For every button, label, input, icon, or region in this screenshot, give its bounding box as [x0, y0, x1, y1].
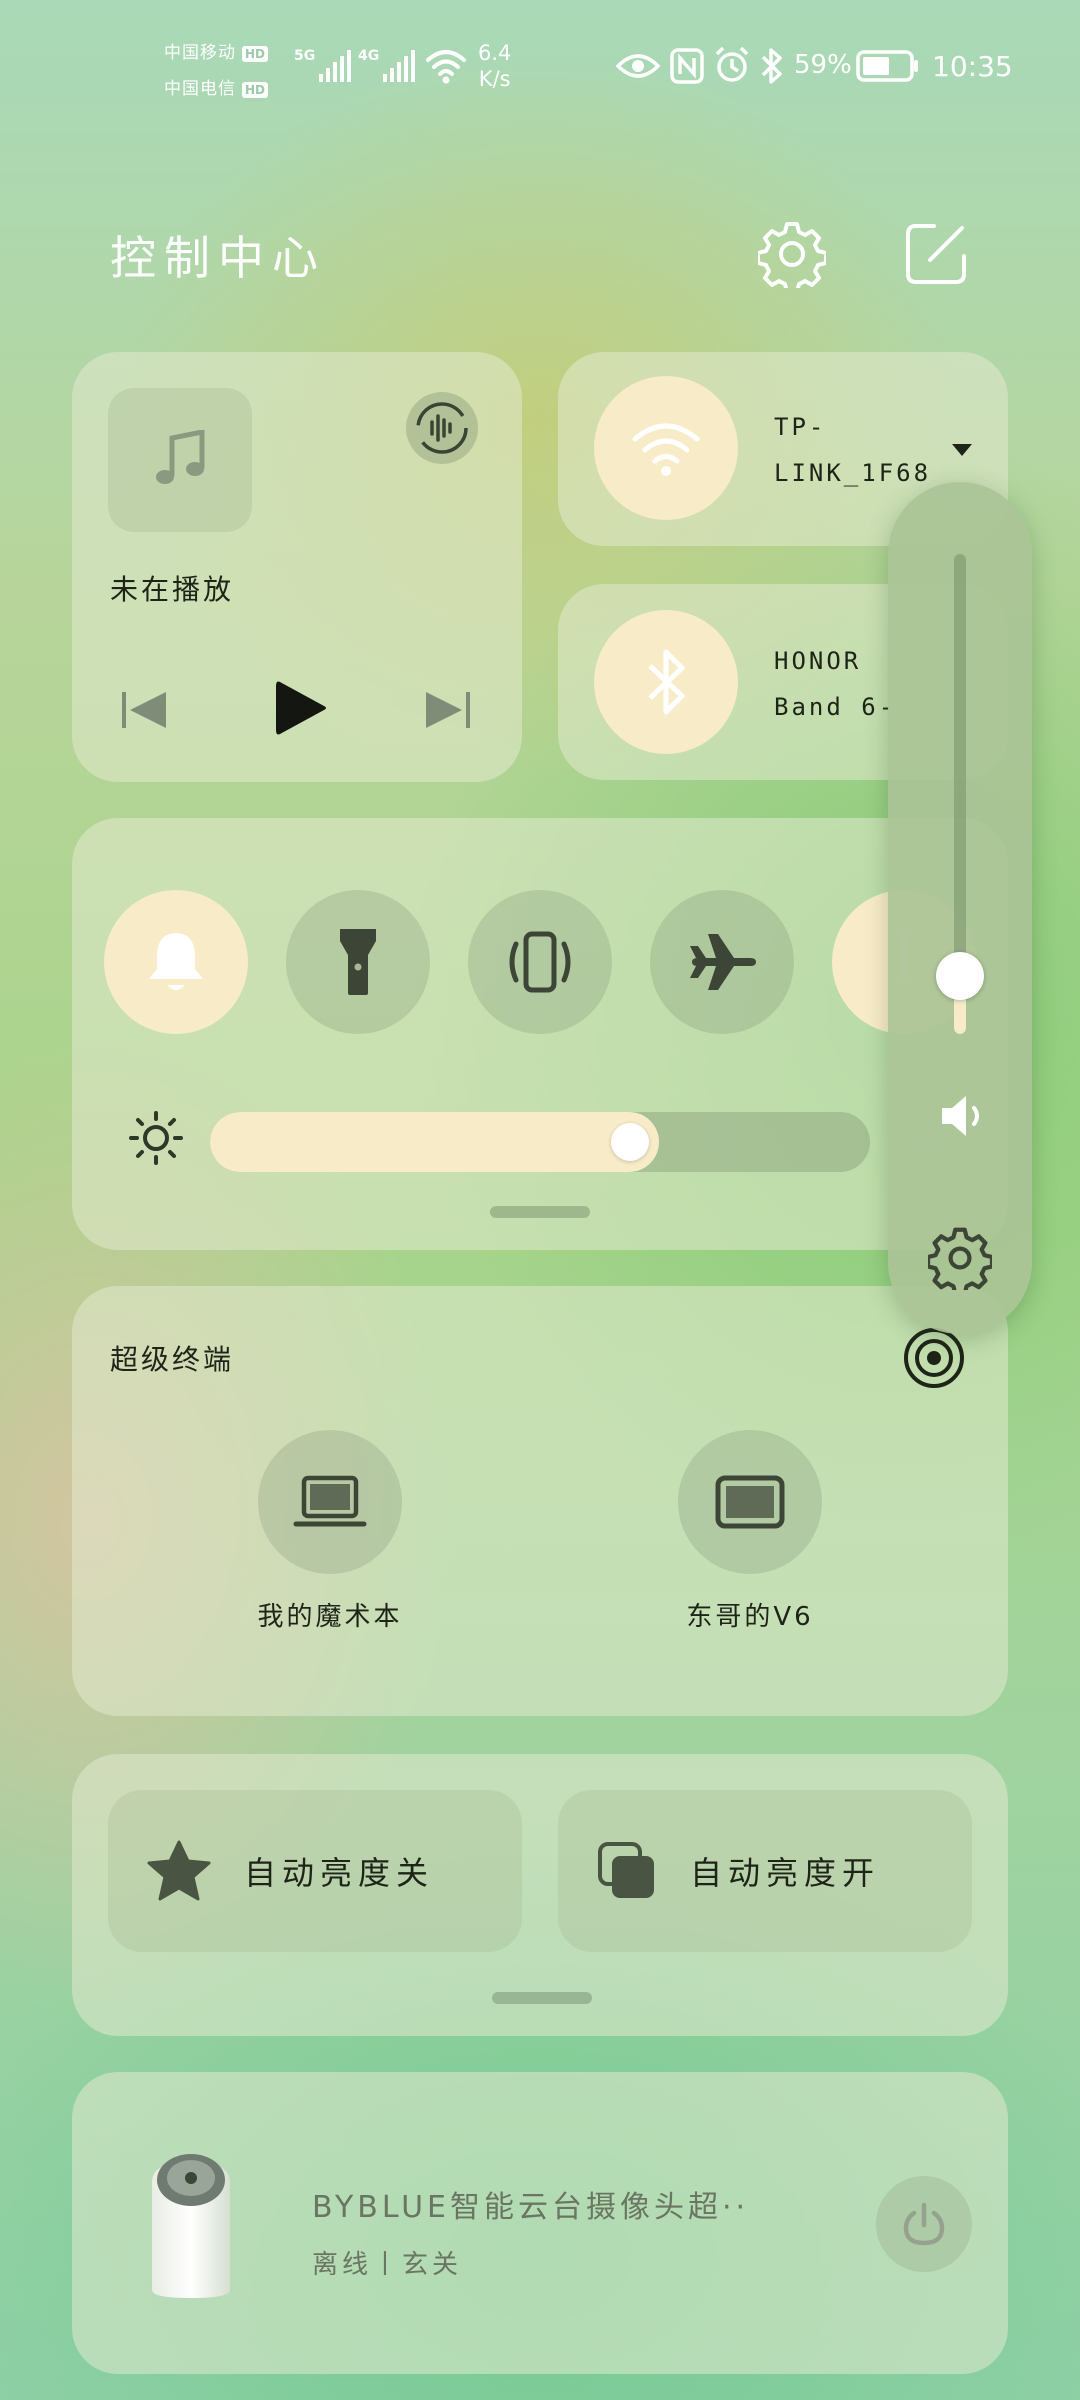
device-item-2[interactable]	[678, 1430, 822, 1574]
wifi-name-line2: LINK_1F68	[774, 459, 932, 487]
device-1-circle[interactable]	[258, 1430, 402, 1574]
quick-toggles-card	[72, 818, 1008, 1250]
shortcut-auto-brightness-on[interactable]: 自动亮度开	[558, 1790, 972, 1952]
copy-icon	[598, 1842, 654, 1898]
volume-panel	[888, 482, 1032, 1334]
device-1-name: 我的魔术本	[257, 1602, 403, 1632]
media-card[interactable]: 未在播放	[72, 352, 522, 782]
smart-device-card[interactable]: BYBLUE智能云台摄像头超·· 离线丨玄关	[72, 2072, 1008, 2374]
play-icon[interactable]	[274, 678, 328, 738]
alarm-icon	[715, 46, 749, 82]
clock: 10:35	[932, 50, 1013, 83]
net-speed: 6.4 K/s	[478, 40, 511, 92]
volume-settings-gear-icon[interactable]	[928, 1226, 992, 1290]
star-icon	[147, 1840, 211, 1901]
tablet-icon	[715, 1475, 785, 1529]
smart-device-name: BYBLUE智能云台摄像头超··	[312, 2190, 750, 2225]
hd-badge-2: HD	[242, 81, 269, 98]
net-speed-unit: K/s	[478, 67, 511, 91]
nfc-icon	[670, 48, 704, 84]
shortcut-2-label: 自动亮度开	[690, 1854, 881, 1892]
brightness-slider[interactable]	[210, 1112, 870, 1172]
wifi-status-icon	[426, 50, 466, 84]
super-device-card: 超级终端 我的魔术本 东哥的V6	[72, 1286, 1008, 1716]
bluetooth-device-line2: Band 6-	[774, 693, 897, 721]
device-2-name: 东哥的V6	[686, 1602, 814, 1632]
wifi-name-line1: TP-	[774, 413, 827, 441]
edit-icon[interactable]	[904, 222, 968, 286]
audio-wave-icon	[416, 402, 468, 454]
carrier-1: 中国移动 HD	[164, 38, 269, 63]
shortcuts-card: 自动亮度关 自动亮度开	[72, 1754, 1008, 2036]
audio-output-button[interactable]	[406, 392, 478, 464]
album-art	[108, 388, 252, 532]
smart-device-status: 离线丨玄关	[312, 2250, 463, 2280]
smart-device-power-button[interactable]	[876, 2176, 972, 2272]
shortcut-auto-brightness-off[interactable]: 自动亮度关	[108, 1790, 522, 1952]
eye-icon	[616, 54, 660, 78]
bluetooth-device-line1: HONOR	[774, 647, 862, 675]
net-speed-value: 6.4	[478, 41, 512, 65]
battery-icon	[856, 50, 918, 82]
volume-thumb[interactable]	[936, 952, 984, 1000]
toggle-vibrate[interactable]	[468, 890, 612, 1034]
signal-bars-1	[319, 50, 352, 82]
battery-percent: 59%	[794, 50, 852, 80]
media-status: 未在播放	[110, 573, 235, 606]
bell-icon	[149, 933, 203, 990]
wifi-dropdown-icon[interactable]	[950, 442, 974, 458]
bluetooth-toggle[interactable]	[594, 610, 738, 754]
bluetooth-device: HONOR Band 6-	[774, 638, 896, 730]
toggle-flashlight[interactable]	[286, 890, 430, 1034]
laptop-icon	[293, 1475, 367, 1527]
toggle-airplane[interactable]	[650, 890, 794, 1034]
wifi-icon	[632, 423, 700, 476]
brightness-thumb[interactable]	[611, 1123, 649, 1161]
vibrate-icon	[509, 931, 571, 993]
brightness-fill	[210, 1112, 659, 1172]
flashlight-icon	[340, 929, 376, 995]
device-item-1[interactable]	[258, 1430, 402, 1574]
expand-handle[interactable]	[490, 1206, 590, 1218]
next-track-icon[interactable]	[424, 688, 472, 732]
settings-gear-icon[interactable]	[758, 220, 826, 288]
device-2-circle[interactable]	[678, 1430, 822, 1574]
carrier-2: 中国电信 HD	[164, 74, 269, 99]
super-device-title: 超级终端	[110, 1343, 235, 1376]
speaker-icon[interactable]	[938, 1094, 986, 1138]
status-bar: 中国移动 HD 中国电信 HD 5G 4G 6.4 K/s 59% 10:35	[0, 30, 1080, 110]
hd-badge-1: HD	[242, 45, 269, 62]
net-type-2: 4G	[358, 48, 380, 64]
power-icon	[903, 2202, 945, 2246]
camera-device-image	[152, 2154, 230, 2298]
wifi-name: TP- LINK_1F68	[774, 404, 931, 496]
wifi-toggle[interactable]	[594, 376, 738, 520]
signal-1: 5G	[294, 48, 352, 82]
previous-track-icon[interactable]	[120, 688, 168, 732]
net-type-1: 5G	[294, 48, 316, 64]
shortcut-1-label: 自动亮度关	[244, 1854, 435, 1892]
bluetooth-status-icon	[761, 48, 782, 84]
page-title: 控制中心	[110, 231, 326, 285]
carrier-2-label: 中国电信	[164, 79, 236, 99]
signal-bars-2	[383, 50, 416, 82]
bluetooth-icon	[648, 649, 685, 715]
airplane-icon	[690, 934, 756, 990]
radar-icon[interactable]	[902, 1326, 966, 1390]
music-note-icon	[156, 430, 205, 484]
signal-2: 4G	[358, 48, 416, 82]
toggle-ring-mode[interactable]	[104, 890, 248, 1034]
brightness-low-icon	[129, 1111, 183, 1165]
carrier-1-label: 中国移动	[164, 43, 236, 63]
shortcuts-handle[interactable]	[492, 1992, 592, 2004]
